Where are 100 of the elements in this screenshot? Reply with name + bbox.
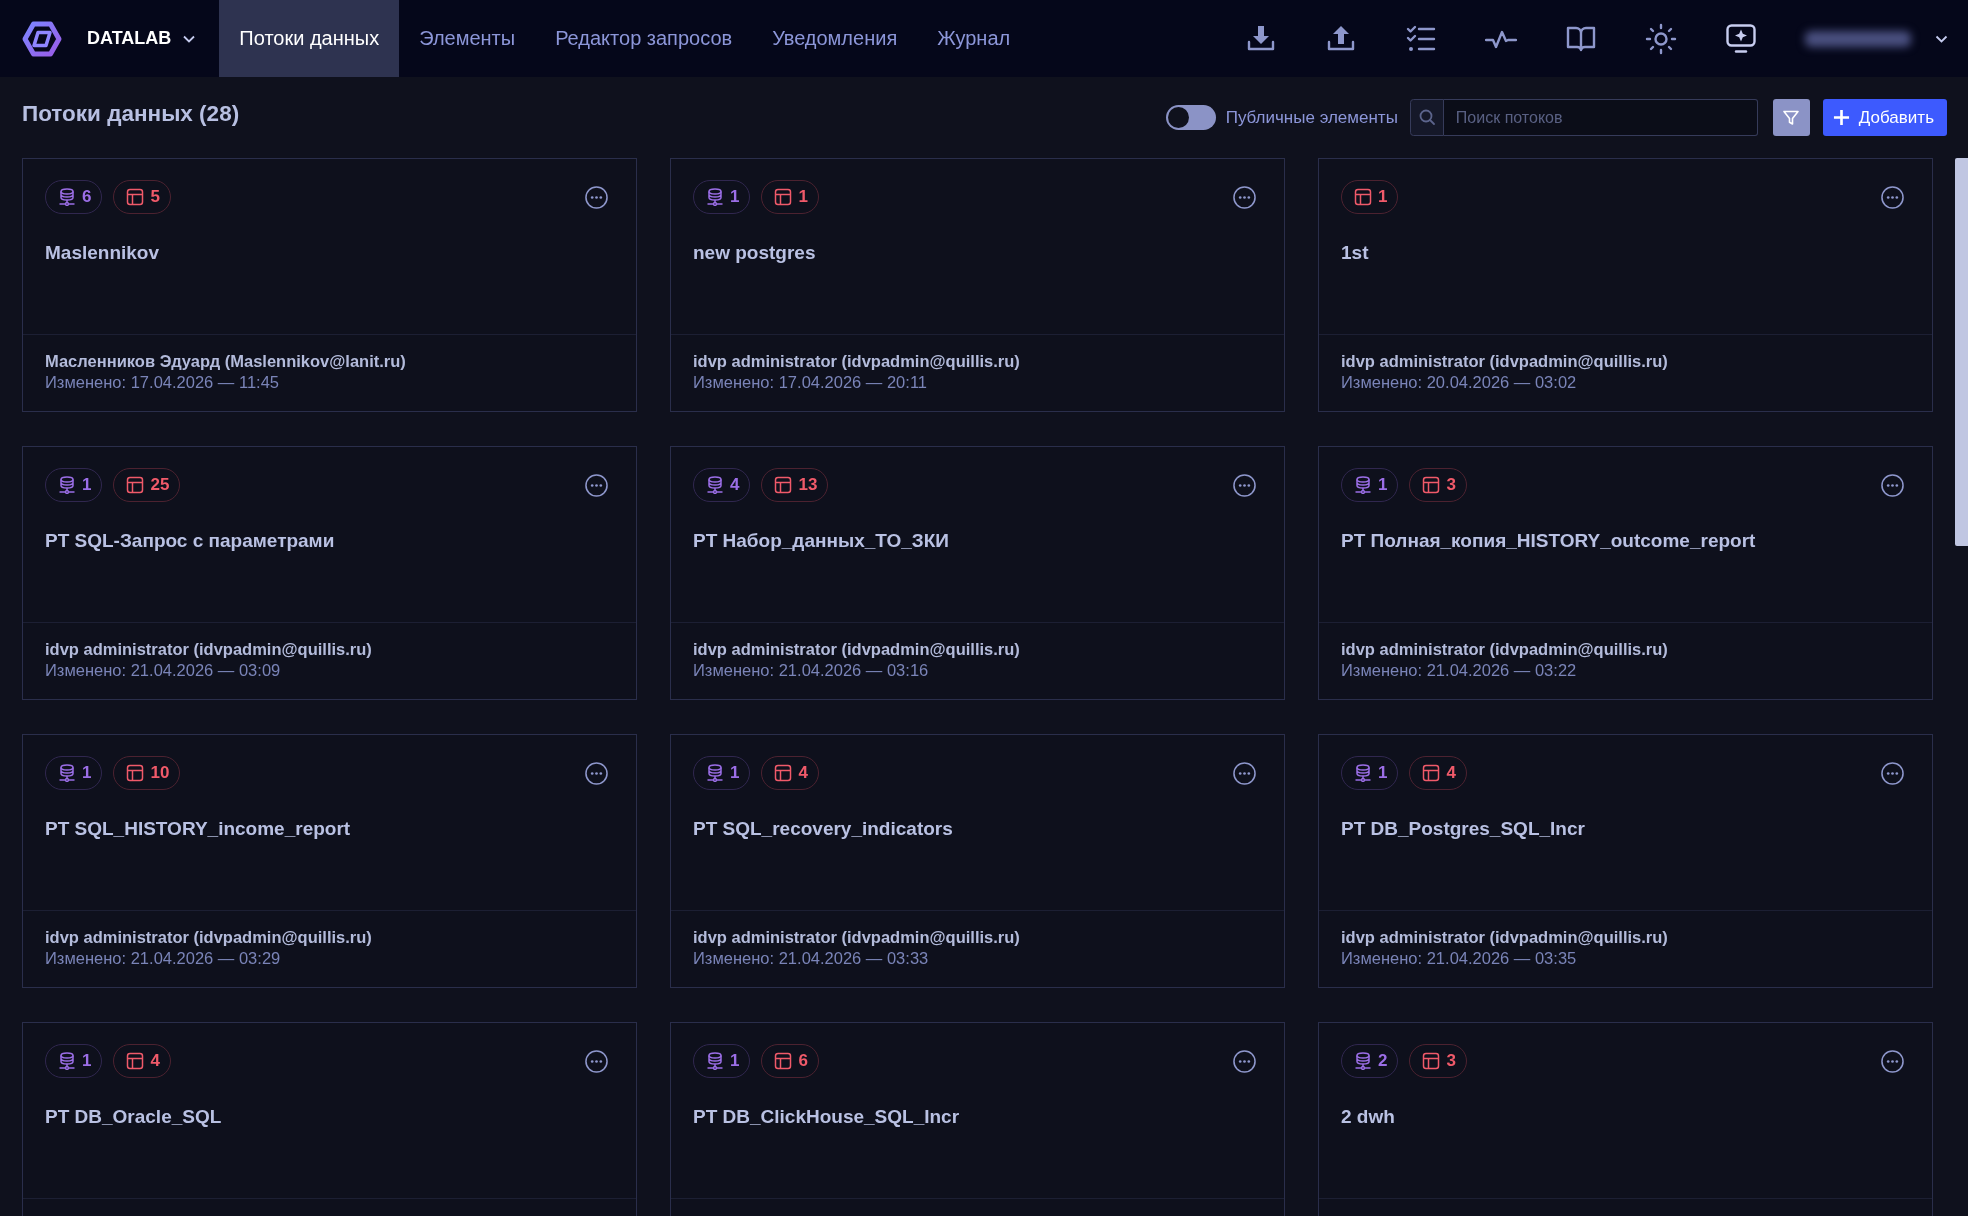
filter-button[interactable]	[1772, 99, 1810, 136]
database-node-icon	[706, 1052, 724, 1070]
table-count: 25	[150, 475, 170, 495]
card-title: PT DB_Postgres_SQL_Incr	[1341, 817, 1586, 841]
database-node-icon	[58, 764, 76, 782]
data-flow-card[interactable]: 1 6 PT DB_ClickHouse_SQL_Incr	[670, 1022, 1285, 1216]
workspace-dropdown[interactable]: DATALAB	[87, 28, 196, 49]
data-flow-card[interactable]: 1 25 PT SQL-Запрос с параметрами idvp administrator (idvpadmin@quillis.ru) Изменено: 21.04.2026 — 03:09	[22, 446, 637, 700]
database-node-icon	[58, 188, 76, 206]
funnel-icon	[1782, 108, 1801, 127]
card-title: PT SQL_recovery_indicators	[693, 817, 954, 841]
modified-date: Изменено: 21.04.2026 — 03:09	[45, 660, 282, 681]
toggle-label: Публичные элементы	[1225, 107, 1398, 128]
more-options-icon[interactable]	[1233, 185, 1256, 209]
nav-tab[interactable]: Журнал	[917, 0, 1031, 77]
modified-date: Изменено: 21.04.2026 — 03:29	[45, 948, 282, 969]
card-title: 2 dwh	[1341, 1105, 1396, 1129]
table-layout-icon	[126, 476, 145, 494]
add-button[interactable]: Добавить	[1822, 99, 1947, 136]
table-layout-icon	[126, 1052, 145, 1070]
card-title: PT SQL-Запрос с параметрами	[45, 529, 336, 553]
data-flow-card[interactable]: 1 4 PT SQL_recovery_indicators idvp administrator (idvpadmin@quillis.ru) Изменено: 21.04.2026 — 03:33	[670, 734, 1285, 988]
source-count: 1	[1378, 763, 1388, 783]
more-options-icon[interactable]	[1233, 473, 1256, 497]
source-count: 1	[730, 763, 740, 783]
plus-icon	[1832, 109, 1850, 126]
data-flow-card[interactable]: 2 3 2 dwh	[1318, 1022, 1933, 1216]
card-title: Maslennikov	[45, 241, 161, 265]
modified-date: Изменено: 21.04.2026 — 03:16	[693, 660, 930, 681]
modified-date: Изменено: 17.04.2026 — 11:45	[45, 372, 280, 393]
data-flow-card[interactable]: 1 4 PT DB_Postgres_SQL_Incr idvp administrator (idvpadmin@quillis.ru) Изменено: 21.04.2026 — 03:35	[1318, 734, 1933, 988]
database-node-icon	[58, 476, 76, 494]
nav-tab[interactable]: Редактор запросов	[535, 0, 753, 77]
source-count: 1	[82, 1051, 92, 1071]
table-layout-icon	[774, 188, 793, 206]
database-node-icon	[706, 476, 724, 494]
hexagon-logo-icon[interactable]	[22, 20, 62, 57]
author-text: idvp administrator (idvpadmin@quillis.ru)	[693, 639, 1021, 660]
more-options-icon[interactable]	[1233, 1049, 1256, 1073]
table-count: 4	[1446, 763, 1456, 783]
table-layout-icon	[774, 1052, 793, 1070]
more-options-icon[interactable]	[585, 761, 608, 785]
more-options-icon[interactable]	[1881, 761, 1904, 785]
nav-tab[interactable]: Элементы	[399, 0, 536, 77]
data-flow-card[interactable]: 4 13 PT Набор_данных_ТО_ЗКИ idvp administrator (idvpadmin@quillis.ru) Изменено: 21.04.2026 — 03:16	[670, 446, 1285, 700]
more-options-icon[interactable]	[585, 185, 608, 209]
data-flow-card[interactable]: 1 1 new postgres idvp administrator (idvpadmin@quillis.ru) Изменено: 17.04.2026 — 20:11	[670, 158, 1285, 412]
table-count: 3	[1446, 475, 1456, 495]
author-text: idvp administrator (idvpadmin@quillis.ru)	[1341, 639, 1669, 660]
card-title: PT SQL_HISTORY_income_report	[45, 817, 352, 841]
nav-tab[interactable]: Потоки данных	[219, 0, 400, 77]
more-options-icon[interactable]	[1881, 473, 1904, 497]
more-options-icon[interactable]	[585, 473, 608, 497]
table-layout-icon	[126, 764, 145, 782]
table-layout-icon	[1422, 764, 1441, 782]
table-layout-icon	[1354, 188, 1372, 206]
table-layout-icon	[1422, 476, 1441, 494]
table-layout-icon	[126, 188, 145, 206]
chevron-down-icon[interactable]	[1935, 34, 1948, 43]
data-flow-card[interactable]: 1 10 PT SQL_HISTORY_income_report idvp administrator (idvpadmin@quillis.ru) Изменено: 21.04.2026 — 03:29	[22, 734, 637, 988]
table-count: 1	[1378, 187, 1388, 207]
database-node-icon	[58, 1052, 76, 1070]
source-count: 6	[82, 187, 92, 207]
search-field[interactable]: Поиск потоков	[1443, 99, 1758, 136]
data-flow-card[interactable]: 1 1st idvp administrator (idvpadmin@quillis.ru) Изменено: 20.04.2026 — 03:02	[1318, 158, 1933, 412]
more-options-icon[interactable]	[585, 1049, 608, 1073]
data-flow-card[interactable]: 1 4 PT DB_Oracle_SQL	[22, 1022, 637, 1216]
card-title: 1st	[1341, 241, 1370, 265]
data-flow-card[interactable]: 6 5 Maslennikov Масленников Эдуард (Maslennikov@lanit.ru) Изменено: 17.04.2026 — 11:45	[22, 158, 637, 412]
scrollbar-thumb[interactable]	[1955, 158, 1968, 546]
search-icon	[1409, 99, 1444, 136]
card-title: PT DB_Oracle_SQL	[45, 1105, 223, 1129]
card-title: PT Полная_копия_HISTORY_outcome_report	[1341, 529, 1757, 553]
table-count: 4	[150, 1051, 160, 1071]
more-options-icon[interactable]	[1881, 185, 1904, 209]
nav-tab[interactable]: Уведомления	[752, 0, 918, 77]
source-count: 4	[730, 475, 740, 495]
toggle-switch[interactable]	[1165, 105, 1216, 130]
data-flow-card[interactable]: 1 3 PT Полная_копия_HISTORY_outcome_report idvp administrator (idvpadmin@quillis.ru) Изменено: 21.04.2026 — 03:22	[1318, 446, 1933, 700]
modified-date: Изменено: 21.04.2026 — 03:35	[1341, 948, 1578, 969]
more-options-icon[interactable]	[1881, 1049, 1904, 1073]
table-count: 4	[798, 763, 808, 783]
table-count: 6	[798, 1051, 808, 1071]
chevron-down-icon	[183, 34, 196, 43]
author-text: idvp administrator (idvpadmin@quillis.ru)	[693, 351, 1021, 372]
author-text: Масленников Эдуард (Maslennikov@lanit.ru)	[45, 351, 407, 372]
modified-date: Изменено: 21.04.2026 — 03:33	[693, 948, 930, 969]
source-count: 1	[730, 187, 740, 207]
card-title: PT DB_ClickHouse_SQL_Incr	[693, 1105, 961, 1129]
sun-icon[interactable]	[1645, 22, 1677, 55]
author-text: idvp administrator (idvpadmin@quillis.ru)	[693, 927, 1021, 948]
database-node-icon	[706, 188, 724, 206]
table-count: 1	[798, 187, 808, 207]
source-count: 1	[82, 475, 92, 495]
more-options-icon[interactable]	[1233, 761, 1256, 785]
modified-date: Изменено: 20.04.2026 — 03:02	[1341, 372, 1578, 393]
database-node-icon	[1354, 476, 1372, 494]
author-text: idvp administrator (idvpadmin@quillis.ru)	[1341, 351, 1669, 372]
page-title: Потоки данных (28)	[22, 100, 240, 127]
monitor-sparkle-icon[interactable]	[1725, 22, 1757, 55]
